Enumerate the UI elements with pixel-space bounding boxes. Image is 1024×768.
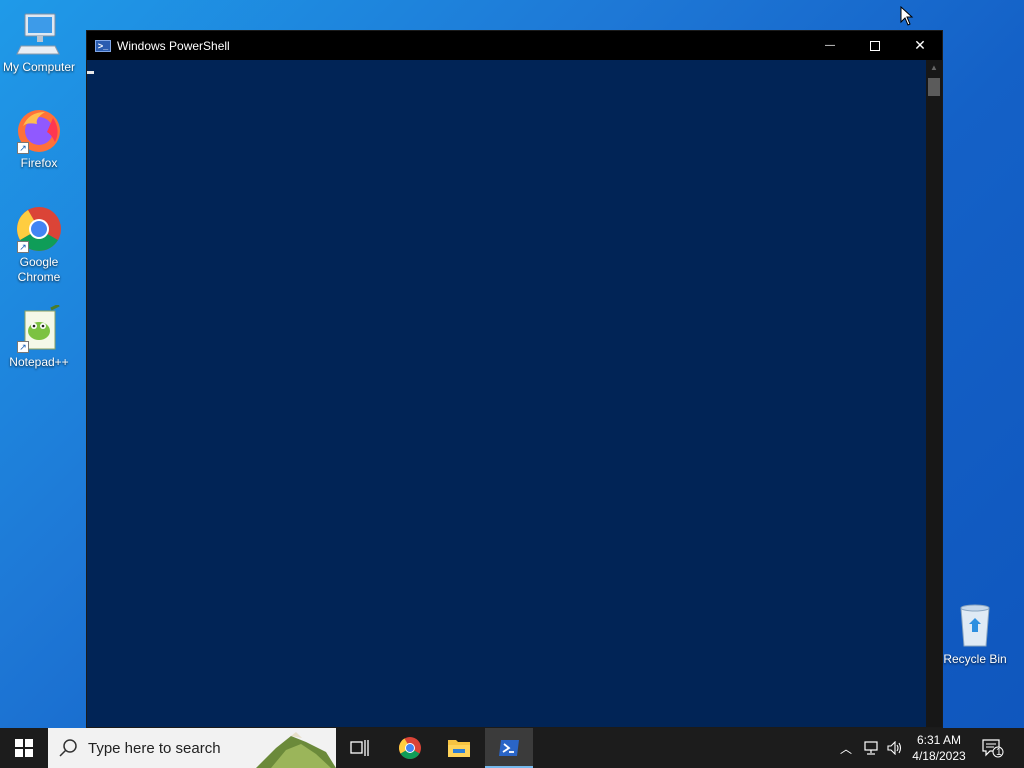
mouse-pointer-icon xyxy=(900,5,914,31)
taskbar-chrome-button[interactable] xyxy=(386,728,434,768)
chevron-up-icon: ︿ xyxy=(839,741,852,756)
text-cursor xyxy=(87,71,94,74)
desktop-icon-label: My Computer xyxy=(2,60,76,74)
shortcut-arrow-icon: ↗ xyxy=(17,341,29,353)
taskbar: Type here to search ︿ 6:31 AM 4/18/2023 … xyxy=(0,728,1024,768)
task-view-icon xyxy=(350,740,369,756)
taskbar-file-explorer-button[interactable] xyxy=(435,728,483,768)
close-button[interactable]: ✕ xyxy=(897,31,943,60)
windows-logo-icon xyxy=(15,739,33,757)
clock-date: 4/18/2023 xyxy=(912,749,966,763)
start-button[interactable] xyxy=(0,728,48,768)
taskbar-powershell-button[interactable] xyxy=(485,728,533,768)
speaker-icon xyxy=(887,741,902,755)
notepadpp-icon: ↗ xyxy=(15,303,63,353)
powershell-icon xyxy=(499,740,519,756)
computer-icon xyxy=(15,10,63,58)
powershell-icon: >_ xyxy=(95,39,111,52)
close-icon: ✕ xyxy=(914,37,926,53)
volume-button[interactable] xyxy=(884,728,906,768)
desktop-icon-label: Recycle Bin xyxy=(943,652,1007,666)
scroll-up-icon[interactable]: ▲ xyxy=(926,60,942,76)
clock-time: 6:31 AM xyxy=(916,733,962,747)
search-placeholder: Type here to search xyxy=(88,739,221,757)
desktop-icon-recycle-bin[interactable]: Recycle Bin xyxy=(936,602,1014,667)
search-icon xyxy=(59,739,77,757)
console-area[interactable] xyxy=(87,60,926,727)
desktop-icon-label: Google Chrome xyxy=(17,255,61,284)
shortcut-arrow-icon: ↗ xyxy=(17,241,29,253)
maximize-icon xyxy=(870,40,880,51)
task-view-button[interactable] xyxy=(336,728,384,768)
taskbar-clock[interactable]: 6:31 AM 4/18/2023 xyxy=(904,732,974,764)
desktop-icon-notepad-plus-plus[interactable]: ↗ Notepad++ xyxy=(0,303,78,370)
desktop-icon-label: Firefox xyxy=(20,156,58,170)
maximize-button[interactable] xyxy=(852,31,898,60)
recycle-bin-icon xyxy=(951,602,999,650)
minimize-icon: — xyxy=(825,40,835,51)
shortcut-arrow-icon: ↗ xyxy=(17,142,29,154)
powershell-window[interactable]: >_ Windows PowerShell — ✕ ▲ xyxy=(86,30,943,728)
chrome-icon: ↗ xyxy=(15,205,63,253)
notification-count: 1 xyxy=(996,747,1002,758)
window-title: Windows PowerShell xyxy=(117,38,230,53)
firefox-icon: ↗ xyxy=(15,106,63,154)
taskbar-search-box[interactable]: Type here to search xyxy=(48,728,336,768)
action-center-button[interactable]: 1 xyxy=(976,728,1010,768)
window-titlebar[interactable]: >_ Windows PowerShell — ✕ xyxy=(87,31,942,60)
vertical-scrollbar[interactable]: ▲ xyxy=(926,60,942,727)
minimize-button[interactable]: — xyxy=(807,31,853,60)
chrome-icon xyxy=(399,737,421,759)
folder-icon xyxy=(448,740,470,757)
desktop-icon-firefox[interactable]: ↗ Firefox xyxy=(0,106,78,171)
desktop-icon-google-chrome[interactable]: ↗ Google Chrome xyxy=(0,205,78,285)
network-icon xyxy=(864,741,878,755)
scrollbar-thumb[interactable] xyxy=(928,78,940,96)
search-highlight-illustration xyxy=(256,732,336,768)
desktop-icon-label: Notepad++ xyxy=(9,355,69,369)
network-button[interactable] xyxy=(860,728,882,768)
desktop-icon-my-computer[interactable]: My Computer xyxy=(0,10,78,75)
show-hidden-icons-button[interactable]: ︿ xyxy=(836,728,856,768)
